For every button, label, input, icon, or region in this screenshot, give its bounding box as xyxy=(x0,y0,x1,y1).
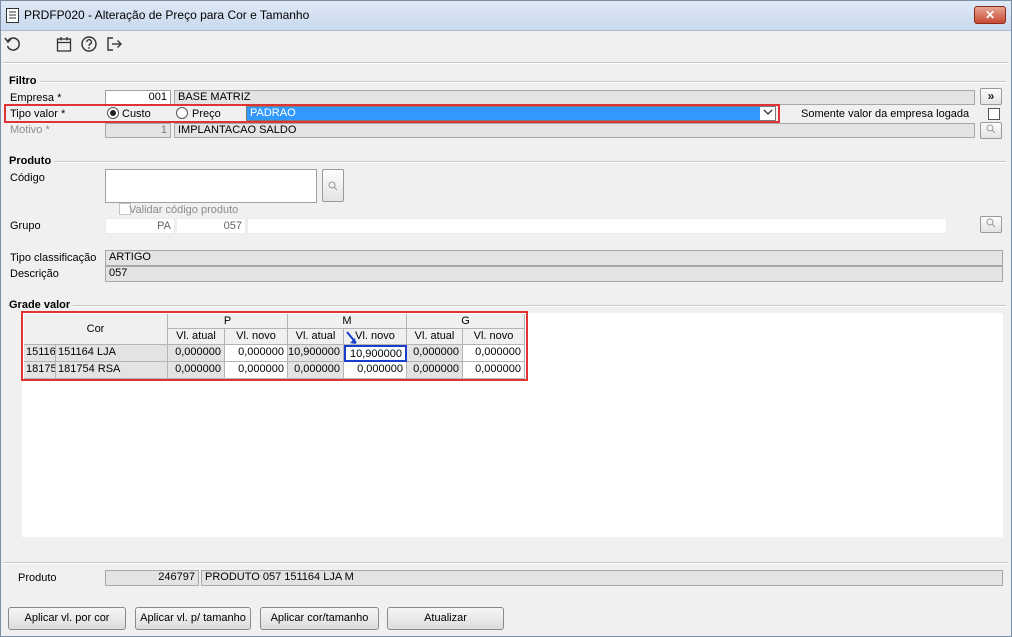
grupo-search-button[interactable] xyxy=(980,216,1002,233)
footer-produto-label: Produto xyxy=(18,572,57,584)
validar-label: Validar código produto xyxy=(129,204,239,216)
aplicar-cor-tamanho-button[interactable]: Aplicar cor/tamanho xyxy=(260,607,379,630)
chevron-down-icon[interactable] xyxy=(760,107,775,120)
somente-label: Somente valor da empresa logada xyxy=(801,108,970,120)
radio-custo[interactable] xyxy=(107,107,119,119)
document-icon xyxy=(6,8,19,23)
descricao-label: Descrição xyxy=(10,268,59,280)
grupo-code2-field[interactable]: 057 xyxy=(176,218,246,234)
radio-preco[interactable] xyxy=(176,107,188,119)
empresa-name-field: BASE MATRIZ xyxy=(174,90,975,105)
aplicar-por-cor-button[interactable]: Aplicar vl. por cor xyxy=(8,607,126,630)
motivo-label: Motivo * xyxy=(10,124,50,136)
arrow-pointer-icon xyxy=(345,330,359,346)
codigo-input[interactable] xyxy=(105,169,317,203)
motivo-search-button[interactable] xyxy=(980,122,1002,139)
expand-button[interactable]: » xyxy=(980,88,1002,105)
grupo-label: Grupo xyxy=(10,220,41,232)
descricao-field: 057 xyxy=(105,266,1003,282)
empresa-code-input[interactable]: 001 xyxy=(105,90,171,105)
grid-highlight xyxy=(21,311,528,381)
codigo-label: Código xyxy=(10,172,45,184)
radio-custo-label: Custo xyxy=(122,108,151,120)
tabela-select[interactable]: PADRAO xyxy=(246,106,776,121)
grupo-desc-field xyxy=(247,218,947,234)
motivo-code-field: 1 xyxy=(105,123,171,138)
search-icon xyxy=(328,181,338,191)
atualizar-button[interactable]: Atualizar xyxy=(387,607,504,630)
codigo-search-button[interactable] xyxy=(322,169,344,202)
filtro-title: Filtro xyxy=(9,75,40,87)
footer-separator xyxy=(2,562,1008,564)
help-icon[interactable] xyxy=(79,34,99,54)
footer-produto-desc: PRODUTO 057 151164 LJA M xyxy=(201,570,1003,586)
grade-title: Grade valor xyxy=(9,299,74,311)
search-icon xyxy=(986,218,996,228)
footer-produto-code: 246797 xyxy=(105,570,199,586)
tipo-class-label: Tipo classificação xyxy=(10,252,97,264)
toolbar-separator xyxy=(2,62,1008,64)
tipo-valor-label: Tipo valor * xyxy=(10,108,66,120)
produto-title: Produto xyxy=(9,155,55,167)
tipo-class-field: ARTIGO xyxy=(105,250,1003,266)
grade-line xyxy=(8,305,1006,307)
produto-line xyxy=(8,161,1006,163)
grupo-code1-field[interactable]: PA xyxy=(105,218,175,234)
empresa-label: Empresa * xyxy=(10,92,62,104)
somente-checkbox[interactable] xyxy=(988,108,1000,120)
window-title: PRDFP020 - Alteração de Preço para Cor e… xyxy=(24,8,310,22)
aplicar-por-tamanho-button[interactable]: Aplicar vl. p/ tamanho xyxy=(135,607,251,630)
radio-preco-label: Preço xyxy=(192,108,221,120)
exit-icon[interactable] xyxy=(104,34,124,54)
close-button[interactable]: ✕ xyxy=(974,6,1006,24)
filtro-line xyxy=(8,81,1006,83)
motivo-name-field: IMPLANTACAO SALDO xyxy=(174,123,975,138)
calendar-icon[interactable] xyxy=(54,34,74,54)
undo-icon[interactable] xyxy=(3,34,23,54)
search-icon xyxy=(986,124,996,134)
